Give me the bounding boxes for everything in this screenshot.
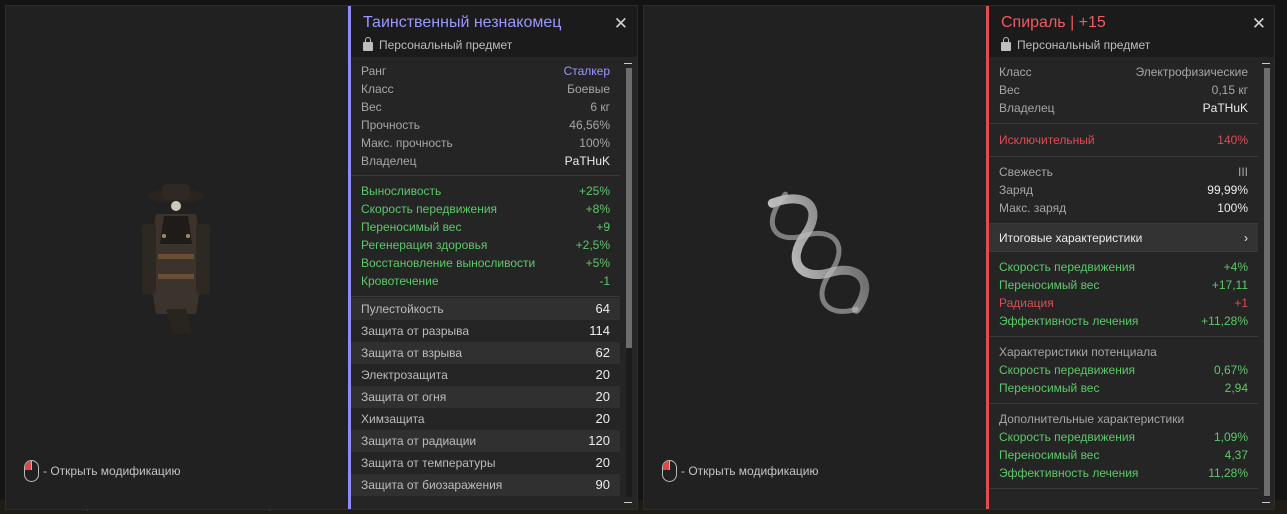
defense-row: Пулестойкость 64	[351, 298, 620, 320]
armor-image	[142, 184, 210, 334]
info-row-owner: Владелец PaTHuK	[999, 101, 1248, 115]
tooltip-header: Спираль | +15 Персональный предмет ✕	[989, 6, 1274, 57]
bonus-row: Скорость передвижения +8%	[361, 202, 610, 216]
personal-item-label: Персональный предмет	[379, 38, 513, 52]
defense-row: Защита от взрыва 62	[351, 342, 620, 364]
potential-section: Характеристики потенциала Скорость перед…	[989, 337, 1258, 404]
personal-item-label: Персональный предмет	[1017, 38, 1151, 52]
close-icon[interactable]: ✕	[614, 14, 628, 34]
info-section: Класс Электрофизические Вес 0,15 кг Владел…	[989, 57, 1258, 124]
scroll-top-marker	[1262, 63, 1270, 64]
scrollbar[interactable]	[626, 68, 632, 497]
extra-section: Дополнительные характеристики Скорость п…	[989, 404, 1258, 489]
total-stats-toggle[interactable]: Итоговые характеристики ›	[989, 224, 1258, 252]
item-title: Спираль | +15	[1001, 14, 1106, 31]
defense-row: Защита от разрыва 114	[361, 323, 610, 338]
open-modification-hint[interactable]: - Открыть модификацию	[662, 460, 819, 482]
defense-row: Защита от огня 20	[351, 386, 620, 408]
item-panel-artifact: - Открыть модификацию Спираль | +15 Перс…	[643, 5, 1275, 510]
info-row-owner: Владелец PaTHuK	[361, 154, 610, 168]
info-section: Ранг Сталкер Класс Боевые Вес 6 кг Прочност…	[351, 57, 620, 176]
item-panel-armor: - Открыть модификацию Таинственный незна…	[5, 5, 638, 510]
info-row-durability: Прочность 46,56%	[361, 118, 610, 132]
rarity-row: Исключительный 140%	[999, 133, 1248, 147]
extra-row: Эффективность лечения 11,28%	[999, 466, 1248, 480]
totals-section: Скорость передвижения +4% Переносимый вес…	[989, 252, 1258, 337]
defense-row: Защита от радиации 120	[351, 430, 620, 452]
total-row: Переносимый вес +17,11	[999, 278, 1248, 292]
state-row-freshness: Свежесть III	[999, 165, 1248, 179]
bonus-row: Выносливость +25%	[361, 184, 610, 198]
total-row: Скорость передвижения +4%	[999, 260, 1248, 274]
extra-title: Дополнительные характеристики	[999, 412, 1185, 426]
open-modification-hint[interactable]: - Открыть модификацию	[24, 460, 181, 482]
info-row-class: Класс Электрофизические	[999, 65, 1248, 79]
tooltip-header: Таинственный незнакомец Персональный пре…	[351, 6, 637, 57]
chevron-right-icon: ›	[1244, 230, 1248, 245]
defense-row: Электрозащита 20	[361, 367, 610, 382]
defense-section: Пулестойкость 64 Защита от разрыва 114 Защ…	[351, 297, 620, 496]
tooltip-body: Класс Электрофизические Вес 0,15 кг Владел…	[989, 57, 1258, 509]
state-row-max-charge: Макс. заряд 100%	[999, 201, 1248, 215]
item-tooltip: Таинственный незнакомец Персональный пре…	[348, 6, 637, 509]
bonus-row: Восстановление выносливости +5%	[361, 256, 610, 270]
defense-row: Химзащита 20	[361, 411, 610, 426]
scrollbar[interactable]	[1264, 68, 1270, 497]
scroll-bottom-marker	[624, 502, 632, 503]
info-row-weight: Вес 6 кг	[361, 100, 610, 114]
item-subtitle: Персональный предмет	[1001, 37, 1274, 52]
state-row-charge: Заряд 99,99%	[999, 183, 1248, 197]
extra-row: Скорость передвижения 1,09%	[999, 430, 1248, 444]
item-title: Таинственный незнакомец	[363, 14, 562, 31]
lock-icon	[1001, 37, 1011, 51]
potential-row: Переносимый вес 2,94	[999, 381, 1248, 395]
mouse-left-click-icon	[662, 460, 677, 482]
spiral-artifact-image	[767, 191, 870, 314]
total-stats-label: Итоговые характеристики	[999, 230, 1143, 245]
lock-icon	[363, 37, 373, 51]
info-row-weight: Вес 0,15 кг	[999, 83, 1248, 97]
info-row-class: Класс Боевые	[361, 82, 610, 96]
bonus-row: Регенерация здоровья +2,5%	[361, 238, 610, 252]
open-modification-label: - Открыть модификацию	[681, 464, 819, 478]
scroll-bottom-marker	[1262, 502, 1270, 503]
info-row-rank: Ранг Сталкер	[361, 64, 610, 78]
defense-row: Защита от температуры 20	[361, 455, 610, 470]
potential-title: Характеристики потенциала	[999, 345, 1157, 359]
mouse-left-click-icon	[24, 460, 39, 482]
scrollbar-thumb[interactable]	[1264, 68, 1270, 496]
rarity-section: Исключительный 140%	[989, 124, 1258, 157]
tooltip-body: Ранг Сталкер Класс Боевые Вес 6 кг Прочност…	[351, 57, 620, 509]
total-row: Эффективность лечения +11,28%	[999, 314, 1248, 328]
item-preview: - Открыть модификацию	[644, 6, 986, 509]
info-row-max-durability: Макс. прочность 100%	[361, 136, 610, 150]
extra-row: Переносимый вес 4,37	[999, 448, 1248, 462]
item-subtitle: Персональный предмет	[363, 37, 637, 52]
item-preview: - Открыть модификацию	[6, 6, 348, 509]
state-section: Свежесть III Заряд 99,99% Макс. заряд 100%	[989, 157, 1258, 224]
close-icon[interactable]: ✕	[1252, 14, 1266, 34]
potential-row: Скорость передвижения 0,67%	[999, 363, 1248, 377]
bonus-section: Выносливость +25% Скорость передвижения +8…	[351, 176, 620, 297]
bonus-row: Кровотечение -1	[361, 274, 610, 288]
bonus-row: Переносимый вес +9	[361, 220, 610, 234]
item-tooltip: Спираль | +15 Персональный предмет ✕ Кла…	[986, 6, 1274, 509]
open-modification-label: - Открыть модификацию	[43, 464, 181, 478]
scrollbar-thumb[interactable]	[626, 68, 632, 348]
total-row: Радиация +1	[999, 296, 1248, 310]
scroll-top-marker	[624, 63, 632, 64]
defense-row: Защита от биозаражения 90	[351, 474, 620, 496]
